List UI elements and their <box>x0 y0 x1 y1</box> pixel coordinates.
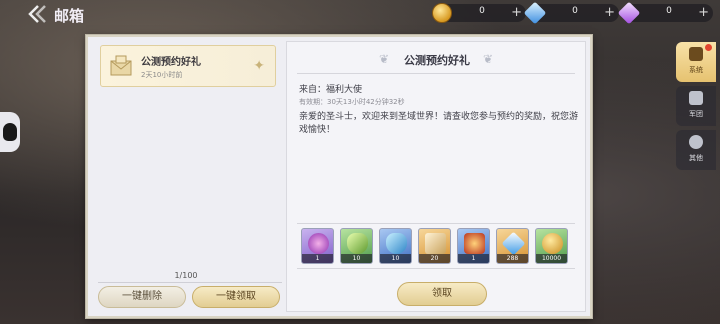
purple-diamond-currency: 0 + <box>617 1 713 25</box>
attachment-slot[interactable]: 20 <box>418 228 451 264</box>
attachment-slot[interactable]: 1 <box>457 228 490 264</box>
mail-item-title: 公测预约好礼 <box>141 57 201 68</box>
gift-envelope-icon <box>109 54 133 78</box>
mail-expiry: 有效期：30天13小时42分钟32秒 <box>299 98 405 106</box>
tab-label: 系统 <box>689 66 703 74</box>
add-gold-button[interactable]: + <box>511 4 522 22</box>
red-box-icon <box>464 233 485 254</box>
gold-value: 0 <box>479 6 485 16</box>
page-title: 邮箱 <box>54 7 85 25</box>
attachment-qty: 10 <box>341 254 372 263</box>
attachment-row: 1 10 10 20 1 288 10000 <box>301 228 577 264</box>
mail-item-time: 2天10小时前 <box>141 71 183 79</box>
purple-diamond-icon <box>617 1 641 25</box>
blue-potion-icon <box>386 233 407 254</box>
tab-legion[interactable]: 军团 <box>676 86 716 126</box>
mail-list-item[interactable]: 公测预约好礼 2天10小时前 ✦ <box>100 45 276 87</box>
attachment-qty: 10000 <box>536 254 567 263</box>
tab-system[interactable]: 系统 <box>676 42 716 82</box>
sparkle-icon: ✦ <box>253 58 265 74</box>
attachment-qty: 10 <box>380 254 411 263</box>
attachment-qty: 1 <box>302 254 333 263</box>
mail-sender: 来自：福利大使 <box>299 85 363 95</box>
other-icon <box>689 135 703 149</box>
purple-diamond-value: 0 <box>666 6 672 16</box>
laurel-right-icon: ❦ <box>482 52 493 66</box>
attachment-qty: 1 <box>458 254 489 263</box>
claim-button[interactable]: 领取 <box>397 282 487 306</box>
attachment-slot[interactable]: 288 <box>496 228 529 264</box>
blue-diamond-icon <box>501 231 526 256</box>
gold-coin-icon <box>542 233 563 254</box>
mail-page-count: 1/100 <box>174 271 198 280</box>
divider <box>297 223 575 224</box>
attachment-slot[interactable]: 10 <box>379 228 412 264</box>
tab-other[interactable]: 其他 <box>676 130 716 170</box>
attachment-qty: 20 <box>419 254 450 263</box>
gold-currency: 0 + <box>432 3 526 23</box>
purple-orb-icon <box>308 233 329 254</box>
tab-label: 其他 <box>689 154 703 162</box>
qq-side-tab[interactable] <box>0 112 20 152</box>
tab-label: 军团 <box>689 110 703 118</box>
legion-icon <box>689 91 703 105</box>
mail-body: 亲爱的圣斗士，欢迎来到圣域世界！请查收您参与预约的奖励，祝您游戏愉快！ <box>299 112 579 135</box>
attachment-slot[interactable]: 10 <box>340 228 373 264</box>
attachment-slot[interactable]: 10000 <box>535 228 568 264</box>
back-arrow-icon[interactable] <box>26 4 52 26</box>
mail-detail-title: 公测预约好礼 <box>404 54 470 67</box>
divider <box>297 73 575 74</box>
mail-list-panel: 公测预约好礼 2天10小时前 ✦ 1/100 一键删除 一键领取 <box>90 39 282 314</box>
attachment-qty: 288 <box>497 254 528 263</box>
blue-diamond-icon <box>523 1 547 25</box>
mail-system-icon <box>689 47 703 61</box>
green-potion-icon <box>347 233 368 254</box>
blue-diamond-currency: 0 + <box>523 1 619 25</box>
divider <box>98 282 282 283</box>
notification-dot-icon <box>705 44 712 51</box>
mail-window: 公测预约好礼 2天10小时前 ✦ 1/100 一键删除 一键领取 ❦ 公测预约好… <box>86 35 592 318</box>
mail-category-tabs: 系统 军团 其他 <box>676 42 720 172</box>
divider <box>297 268 575 269</box>
claim-all-button[interactable]: 一键领取 <box>192 286 280 308</box>
top-bar: 邮箱 0 + 0 + 0 + <box>0 0 720 30</box>
scroll-book-icon <box>425 233 446 254</box>
delete-all-button[interactable]: 一键删除 <box>98 286 186 308</box>
blue-diamond-value: 0 <box>572 6 578 16</box>
attachment-slot[interactable]: 1 <box>301 228 334 264</box>
gold-coin-icon <box>432 3 452 23</box>
add-purple-diamond-button[interactable]: + <box>698 4 709 22</box>
qq-penguin-icon <box>3 123 17 141</box>
mail-detail-panel: ❦ 公测预约好礼 ❦ 来自：福利大使 有效期：30天13小时42分钟32秒 亲爱… <box>286 41 586 312</box>
add-blue-diamond-button[interactable]: + <box>604 4 615 22</box>
